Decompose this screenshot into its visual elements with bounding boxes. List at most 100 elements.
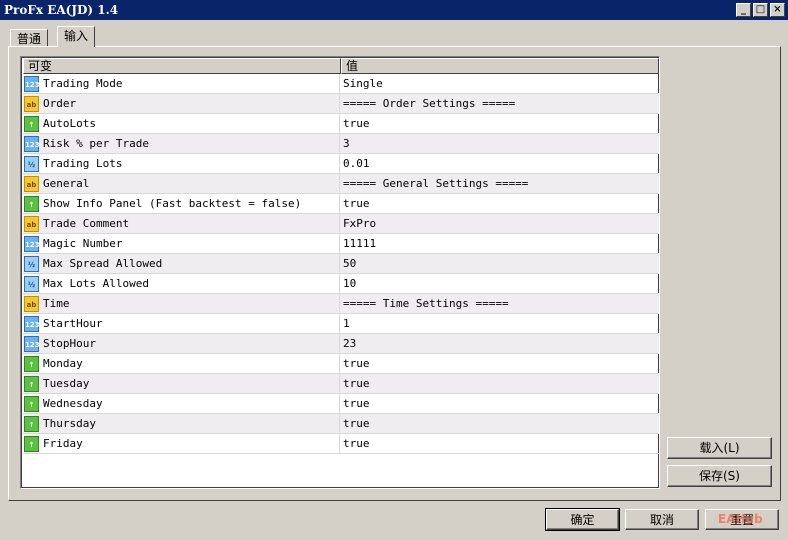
variable-name: General xyxy=(43,177,90,190)
table-row[interactable]: 123 StopHour 23 xyxy=(23,334,659,354)
bool-type-icon: ↑ xyxy=(24,435,39,452)
value-cell[interactable]: FxPro xyxy=(340,214,659,233)
variable-name: StartHour xyxy=(43,317,103,330)
variable-cell: ↑ Wednesday xyxy=(23,394,340,413)
window-title: ProFx EA(JD) 1.4 xyxy=(4,3,119,17)
value-cell[interactable]: 10 xyxy=(340,274,659,293)
minimize-button[interactable]: _ xyxy=(736,3,751,17)
table-row[interactable]: ↑ Thursday true xyxy=(23,414,659,434)
variable-cell: ↑ Monday xyxy=(23,354,340,373)
table-row[interactable]: ab Trade Comment FxPro xyxy=(23,214,659,234)
value-cell[interactable]: 0.01 xyxy=(340,154,659,173)
table-row[interactable]: ↑ AutoLots true xyxy=(23,114,659,134)
variable-cell: ab Order xyxy=(23,94,340,113)
variable-name: Monday xyxy=(43,357,83,370)
cancel-button[interactable]: 取消 xyxy=(625,509,699,530)
table-row[interactable]: ab Time ===== Time Settings ===== xyxy=(23,294,659,314)
variable-name: Trading Mode xyxy=(43,77,123,90)
value-cell[interactable]: true xyxy=(340,354,659,373)
table-row[interactable]: ab Order ===== Order Settings ===== xyxy=(23,94,659,114)
variable-name: Max Lots Allowed xyxy=(43,277,149,290)
column-header-value[interactable]: 值 xyxy=(341,58,659,74)
variable-cell: 123 Magic Number xyxy=(23,234,340,253)
variable-cell: ↑ Tuesday xyxy=(23,374,340,393)
table-row[interactable]: ↑ Friday true xyxy=(23,434,659,454)
variable-cell: ½ Max Spread Allowed xyxy=(23,254,340,273)
value-cell[interactable]: 23 xyxy=(340,334,659,353)
variable-name: Magic Number xyxy=(43,237,123,250)
table-row[interactable]: 123 Trading Mode Single xyxy=(23,74,659,94)
tab-inputs[interactable]: 输入 xyxy=(57,26,96,47)
title-bar: ProFx EA(JD) 1.4 _ □ × xyxy=(0,0,788,20)
variable-name: Wednesday xyxy=(43,397,103,410)
variable-name: Max Spread Allowed xyxy=(43,257,163,270)
variable-cell: ↑ AutoLots xyxy=(23,114,340,133)
table-row[interactable]: 123 Magic Number 11111 xyxy=(23,234,659,254)
variable-name: AutoLots xyxy=(43,117,96,130)
value-cell[interactable]: 3 xyxy=(340,134,659,153)
table-row[interactable]: ½ Max Spread Allowed 50 xyxy=(23,254,659,274)
variable-cell: ↑ Thursday xyxy=(23,414,340,433)
inputs-table[interactable]: 可变 值 123 Trading Mode Single ab Order ===== O… xyxy=(20,56,660,489)
ok-button[interactable]: 确定 xyxy=(545,508,620,531)
value-cell[interactable]: true xyxy=(340,374,659,393)
variable-cell: 123 Risk % per Trade xyxy=(23,134,340,153)
str-type-icon: ab xyxy=(24,95,39,112)
table-row[interactable]: ½ Max Lots Allowed 10 xyxy=(23,274,659,294)
table-row[interactable]: 123 Risk % per Trade 3 xyxy=(23,134,659,154)
variable-name: Trade Comment xyxy=(43,217,130,230)
table-row[interactable]: ab General ===== General Settings ===== xyxy=(23,174,659,194)
bool-type-icon: ↑ xyxy=(24,375,39,392)
maximize-button[interactable]: □ xyxy=(753,3,768,17)
variable-cell: 123 StopHour xyxy=(23,334,340,353)
int-type-icon: 123 xyxy=(24,235,40,252)
variable-name: Trading Lots xyxy=(43,157,123,170)
value-cell[interactable]: true xyxy=(340,414,659,433)
bool-type-icon: ↑ xyxy=(24,115,39,132)
value-cell[interactable]: ===== Order Settings ===== xyxy=(340,94,659,113)
variable-cell: ½ Max Lots Allowed xyxy=(23,274,340,293)
value-cell[interactable]: true xyxy=(340,114,659,133)
value-cell[interactable]: 1 xyxy=(340,314,659,333)
variable-name: Thursday xyxy=(43,417,96,430)
tab-general[interactable]: 普通 xyxy=(10,29,49,47)
bool-type-icon: ↑ xyxy=(24,195,39,212)
variable-cell: 123 Trading Mode xyxy=(23,74,340,93)
variable-cell: ↑ Friday xyxy=(23,434,340,453)
value-cell[interactable]: 50 xyxy=(340,254,659,273)
str-type-icon: ab xyxy=(24,215,39,232)
dbl-type-icon: ½ xyxy=(24,275,39,292)
column-header-variable[interactable]: 可变 xyxy=(23,58,341,74)
variable-name: Risk % per Trade xyxy=(43,137,149,150)
table-row[interactable]: ↑ Monday true xyxy=(23,354,659,374)
variable-cell: ↑ Show Info Panel (Fast backtest = false) xyxy=(23,194,340,213)
int-type-icon: 123 xyxy=(24,135,40,152)
load-button[interactable]: 载入(L) xyxy=(667,437,772,459)
variable-name: Tuesday xyxy=(43,377,90,390)
value-cell[interactable]: true xyxy=(340,394,659,413)
table-row[interactable]: 123 StartHour 1 xyxy=(23,314,659,334)
dbl-type-icon: ½ xyxy=(24,155,39,172)
variable-cell: ½ Trading Lots xyxy=(23,154,340,173)
table-row[interactable]: ↑ Show Info Panel (Fast backtest = false)… xyxy=(23,194,659,214)
dbl-type-icon: ½ xyxy=(24,255,39,272)
variable-cell: ab General xyxy=(23,174,340,193)
int-type-icon: 123 xyxy=(24,335,40,352)
close-button[interactable]: × xyxy=(770,3,785,17)
table-row[interactable]: ↑ Wednesday true xyxy=(23,394,659,414)
table-row[interactable]: ↑ Tuesday true xyxy=(23,374,659,394)
table-row[interactable]: ½ Trading Lots 0.01 xyxy=(23,154,659,174)
variable-cell: 123 StartHour xyxy=(23,314,340,333)
variable-name: Time xyxy=(43,297,70,310)
value-cell[interactable]: true xyxy=(340,434,659,453)
variable-name: Order xyxy=(43,97,77,110)
variable-name: Friday xyxy=(43,437,83,450)
value-cell[interactable]: true xyxy=(340,194,659,213)
value-cell[interactable]: 11111 xyxy=(340,234,659,253)
value-cell[interactable]: ===== Time Settings ===== xyxy=(340,294,659,313)
value-cell[interactable]: Single xyxy=(340,74,659,93)
save-button[interactable]: 保存(S) xyxy=(667,465,772,487)
str-type-icon: ab xyxy=(24,295,39,312)
value-cell[interactable]: ===== General Settings ===== xyxy=(340,174,659,193)
variable-name: StopHour xyxy=(43,337,96,350)
